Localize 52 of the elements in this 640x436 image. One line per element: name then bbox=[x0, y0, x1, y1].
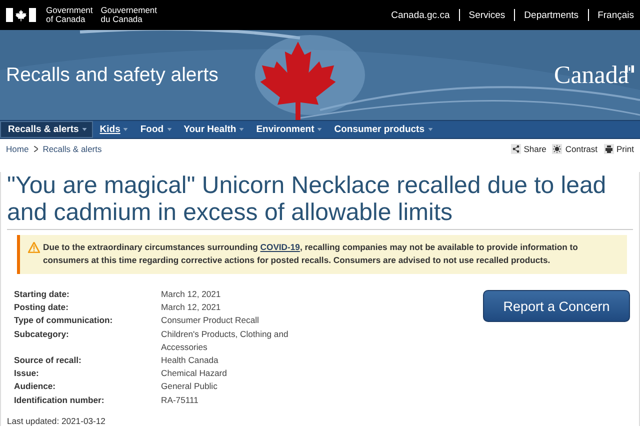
warning-icon bbox=[28, 242, 40, 253]
tool-link[interactable]: Contrast bbox=[552, 144, 598, 154]
detail-label: Source of recall: bbox=[14, 354, 82, 368]
nav-menu-item[interactable]: Kids bbox=[92, 121, 134, 138]
canada-flag-icon bbox=[6, 8, 36, 22]
nav-menu-item[interactable]: Environment bbox=[249, 121, 328, 138]
detail-label: Issue: bbox=[14, 367, 40, 380]
breadcrumb-link[interactable]: Recalls & alerts bbox=[42, 144, 102, 154]
detail-value: Health Canada bbox=[161, 354, 220, 368]
tool-link[interactable]: Share bbox=[510, 144, 546, 154]
detail-label: Type of communication: bbox=[14, 314, 114, 328]
government-signature-french[interactable]: Gouvernement du Canada bbox=[100, 6, 158, 24]
page-title: "You are magical" Unicorn Necklace recalled due to lead and cadmium in excess of allowable limits bbox=[7, 172, 633, 230]
detail-label: Posting date: bbox=[14, 301, 70, 314]
chevron-icon bbox=[34, 146, 38, 152]
detail-value: RA-75111 bbox=[161, 394, 200, 407]
nav-menu-item[interactable]: Consumer products bbox=[327, 121, 438, 138]
canada-wordmark: Canada bbox=[554, 62, 629, 88]
caret-icon bbox=[239, 128, 244, 131]
detail-label: Starting date: bbox=[14, 288, 70, 301]
nav-menu-item[interactable]: Recalls & alerts bbox=[0, 121, 93, 138]
detail-label: Identification number: bbox=[14, 394, 106, 407]
detail-value: March 12, 2021 bbox=[161, 288, 222, 301]
caret-icon bbox=[428, 128, 433, 131]
government-signature[interactable]: Government of Canada bbox=[46, 6, 93, 24]
header-link[interactable]: Departments bbox=[524, 10, 579, 20]
detail-value: March 12, 2021 bbox=[161, 301, 222, 314]
nav-menu-item[interactable]: Food bbox=[133, 121, 177, 138]
detail-value: General Public bbox=[161, 380, 218, 394]
header-link[interactable]: Services bbox=[468, 10, 506, 20]
tool-link[interactable]: Print bbox=[604, 144, 634, 154]
report-concern-button[interactable]: Report a Concern bbox=[483, 290, 630, 322]
header-link[interactable]: Français bbox=[598, 10, 634, 20]
detail-value: Consumer Product Recall bbox=[161, 314, 260, 328]
detail-value: Chemical Hazard bbox=[161, 367, 228, 380]
header-link[interactable]: Canada.gc.ca bbox=[391, 10, 450, 20]
detail-label: Audience: bbox=[14, 380, 57, 394]
detail-value: Children's Products, Clothing and Accessories bbox=[161, 328, 290, 354]
alert-message: Due to the extraordinary circumstances surrounding COVID-19, recalling companies may not be available to provide information to consumers at this time regarding corrective actions for posted recalls. Consumers are advised to not use recalled products. bbox=[43, 241, 579, 267]
caret-icon bbox=[317, 128, 322, 131]
sun-icon bbox=[552, 144, 562, 154]
caret-icon bbox=[82, 128, 87, 131]
caret-icon bbox=[123, 128, 128, 131]
breadcrumb-link[interactable]: Home bbox=[6, 144, 29, 154]
share-icon bbox=[510, 144, 521, 154]
last-updated-text: Last updated: 2021-03-12 bbox=[7, 416, 106, 426]
detail-label: Subcategory: bbox=[14, 328, 70, 341]
caret-icon bbox=[166, 128, 172, 131]
site-title[interactable]: Recalls and safety alerts bbox=[6, 64, 218, 86]
printer-icon bbox=[604, 144, 614, 154]
covid-link[interactable]: COVID-19 bbox=[260, 242, 300, 252]
nav-menu-item[interactable]: Your Health bbox=[176, 121, 250, 138]
